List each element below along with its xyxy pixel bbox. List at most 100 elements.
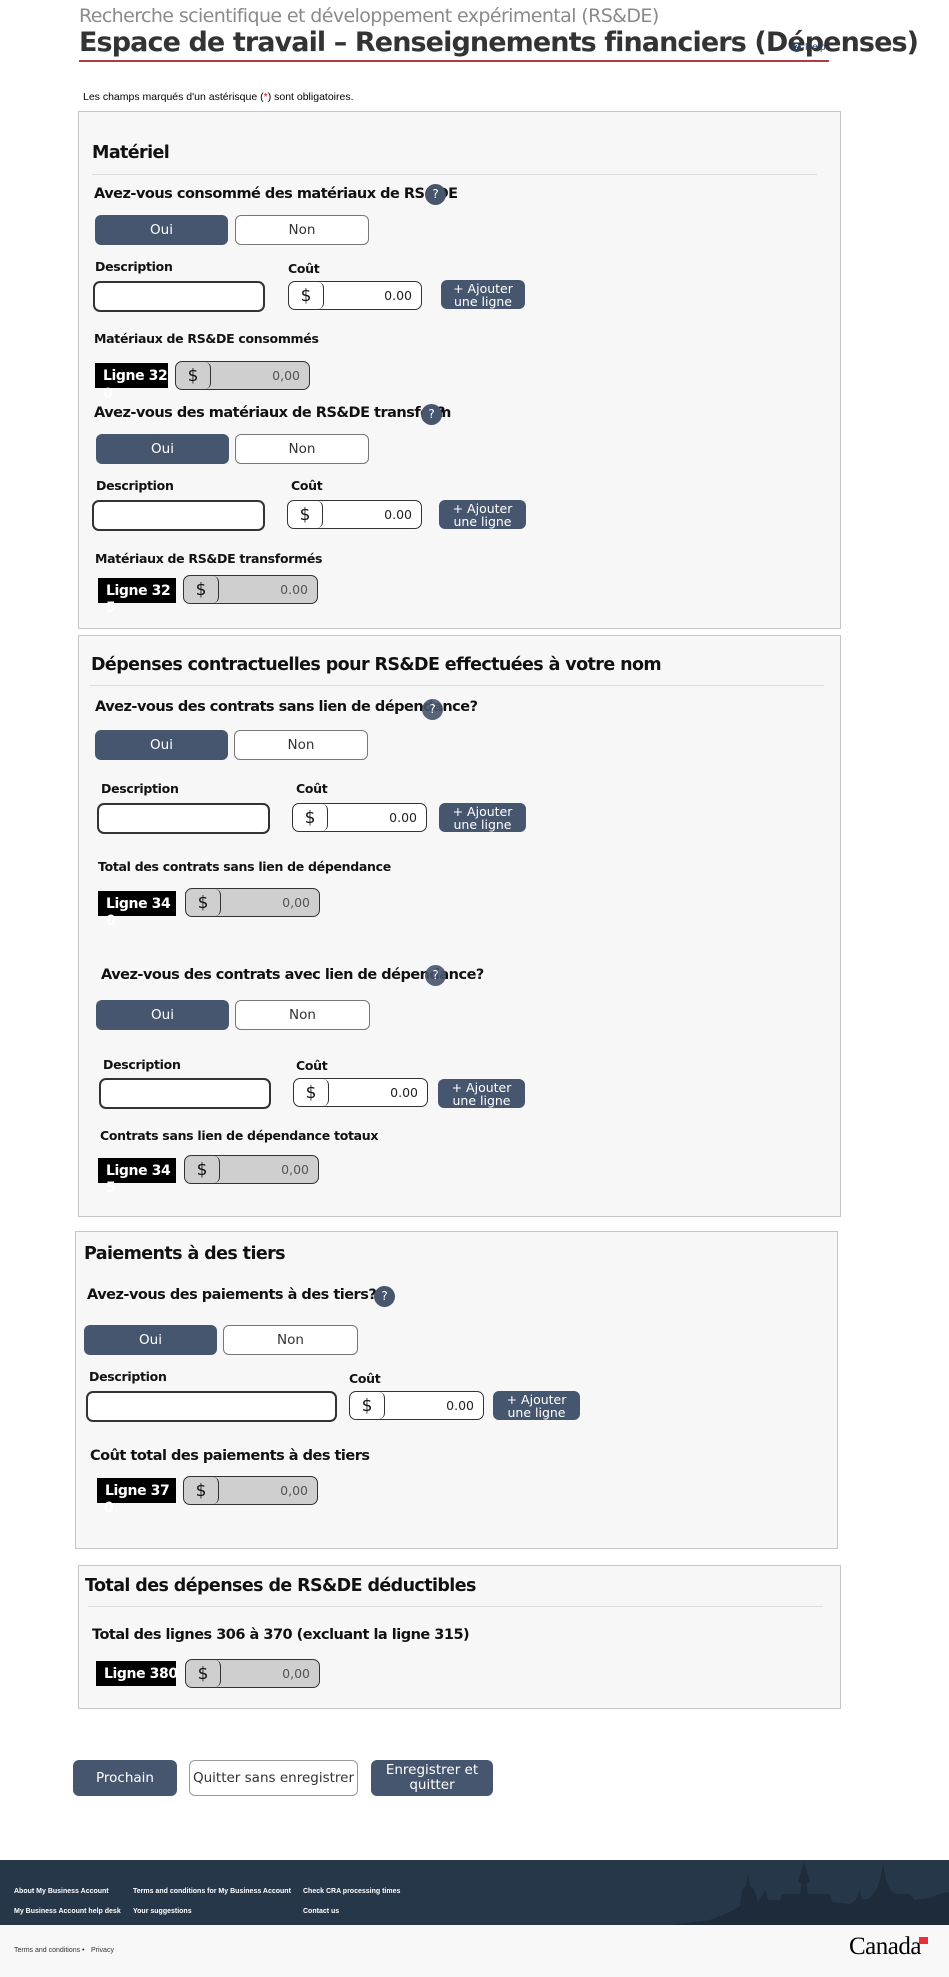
no-button[interactable]: Non [235, 1000, 370, 1030]
add-line-button[interactable]: + Ajouter une ligne [439, 500, 526, 529]
dollar-icon: $ [186, 889, 221, 916]
footer: About My Business Account My Business Ac… [0, 1860, 949, 1925]
dollar-icon: $ [293, 804, 328, 831]
total-label: Total des contrats sans lien de dépendan… [98, 859, 391, 874]
description-input[interactable] [86, 1391, 337, 1422]
next-button[interactable]: Prochain [73, 1760, 177, 1796]
cost-value[interactable]: 0.00 [328, 804, 426, 831]
footer-link-privacy[interactable]: Privacy [91, 1947, 114, 1954]
section-title: Total des dépenses de RS&DE déductibles [85, 1576, 476, 1596]
cost-label: Coût [349, 1371, 381, 1386]
no-button[interactable]: Non [235, 434, 369, 464]
dollar-icon: $ [294, 1079, 329, 1106]
add-line-button[interactable]: + Ajouter une ligne [441, 280, 525, 309]
cost-input[interactable]: $ 0.00 [349, 1391, 484, 1420]
section-title: Dépenses contractuelles pour RS&DE effec… [91, 655, 662, 675]
line-number-overflow: 0 [104, 1500, 114, 1516]
title-underline [79, 60, 829, 62]
dollar-icon: $ [350, 1392, 385, 1419]
cost-label: Coût [296, 781, 328, 796]
total-value: 0,00 [280, 1483, 308, 1498]
section-title: Matériel [92, 143, 170, 163]
cost-input[interactable]: $ 0.00 [293, 1078, 428, 1107]
description-input[interactable] [93, 281, 265, 312]
required-fields-note: Les champs marqués d'un astérisque (*) s… [83, 91, 354, 103]
footer-link-suggestions[interactable]: Your suggestions [133, 1908, 192, 1915]
question-arms-length-contracts: Avez-vous des contrats sans lien de dépe… [95, 699, 478, 715]
yes-button[interactable]: Oui [95, 730, 228, 760]
total-field: $ 0,00 [175, 361, 310, 390]
cost-value[interactable]: 0.00 [323, 501, 421, 528]
footer-link-contact[interactable]: Contact us [303, 1908, 339, 1915]
line-number-overflow: 5 [106, 1180, 116, 1196]
add-line-button[interactable]: + Ajouter une ligne [493, 1391, 580, 1420]
help-label: Help [805, 42, 826, 53]
footer-link-processing-times[interactable]: Check CRA processing times [303, 1888, 400, 1895]
cost-label: Coût [288, 261, 320, 276]
dollar-icon: $ [176, 362, 211, 389]
total-label: Matériaux de RS&DE consommés [94, 331, 319, 346]
question-consumed-materials: Avez-vous consommé des matériaux de RS&D… [94, 186, 458, 202]
footer-link-terms-mba[interactable]: Terms and conditions for My Business Acc… [133, 1888, 291, 1895]
total-field: $ 0,00 [185, 1659, 320, 1688]
no-button[interactable]: Non [223, 1325, 358, 1355]
cost-value[interactable]: 0.00 [385, 1392, 483, 1419]
total-field: $ 0.00 [183, 575, 318, 604]
parliament-skyline-icon [670, 1862, 949, 1925]
canada-flag-icon [919, 1937, 928, 1944]
cost-value[interactable]: 0.00 [329, 1079, 427, 1106]
line-number-overflow: 0 [106, 913, 116, 929]
description-label: Description [96, 478, 174, 493]
total-label: Contrats sans lien de dépendance totaux [100, 1128, 379, 1143]
description-input[interactable] [99, 1078, 271, 1109]
help-tooltip-icon[interactable]: ? [422, 699, 443, 720]
total-value: 0.00 [280, 582, 308, 597]
total-value: 0,00 [282, 1666, 310, 1681]
add-line-button[interactable]: + Ajouter une ligne [438, 1079, 525, 1108]
description-input[interactable] [92, 500, 265, 531]
help-tooltip-icon[interactable]: ? [425, 184, 446, 205]
line-number-overflow: 0 [103, 386, 113, 402]
cost-input[interactable]: $ 0.00 [288, 281, 422, 310]
cost-input[interactable]: $ 0.00 [287, 500, 422, 529]
footer-link-terms[interactable]: Terms and conditions [14, 1947, 80, 1954]
footer-link-about[interactable]: About My Business Account [14, 1888, 109, 1895]
dollar-icon: $ [288, 501, 323, 528]
dollar-icon: $ [186, 1660, 221, 1687]
help-tooltip-icon[interactable]: ? [425, 965, 446, 986]
line-number-overflow: 5 [106, 600, 116, 616]
quit-without-saving-button[interactable]: Quitter sans enregistrer [189, 1760, 358, 1796]
help-tooltip-icon[interactable]: ? [421, 404, 442, 425]
yes-button[interactable]: Oui [95, 215, 228, 245]
yes-button[interactable]: Oui [96, 434, 229, 464]
cost-label: Coût [296, 1058, 328, 1073]
total-label: Coût total des paiements à des tiers [90, 1448, 370, 1464]
save-and-quit-button[interactable]: Enregistrer et quitter [371, 1760, 493, 1796]
description-label: Description [101, 781, 179, 796]
section-divider [88, 1606, 823, 1607]
cost-input[interactable]: $ 0.00 [292, 803, 427, 832]
line-number-badge: Ligne 380 [96, 1661, 178, 1686]
yes-button[interactable]: Oui [96, 1000, 229, 1030]
description-label: Description [103, 1057, 181, 1072]
add-line-button[interactable]: + Ajouter une ligne [439, 803, 526, 832]
help-icon: ? [792, 43, 801, 52]
section-title: Paiements à des tiers [84, 1244, 286, 1264]
no-button[interactable]: Non [235, 215, 369, 245]
footer-link-help-desk[interactable]: My Business Account help desk [14, 1908, 121, 1915]
dollar-icon: $ [185, 1156, 220, 1183]
total-label: Total des lignes 306 à 370 (excluant la … [92, 1627, 470, 1643]
canada-wordmark: Canada [849, 1933, 928, 1961]
section-divider [92, 174, 817, 175]
total-field: $ 0,00 [184, 1155, 319, 1184]
no-button[interactable]: Non [234, 730, 368, 760]
description-input[interactable] [97, 803, 270, 834]
help-tooltip-icon[interactable]: ? [374, 1286, 395, 1307]
total-label: Matériaux de RS&DE transformés [95, 551, 323, 566]
dollar-icon: $ [184, 576, 219, 603]
yes-button[interactable]: Oui [84, 1325, 217, 1355]
help-link[interactable]: ? Help [792, 42, 826, 53]
cost-value[interactable]: 0.00 [324, 282, 421, 309]
total-value: 0,00 [281, 1162, 309, 1177]
dollar-icon: $ [184, 1477, 219, 1504]
